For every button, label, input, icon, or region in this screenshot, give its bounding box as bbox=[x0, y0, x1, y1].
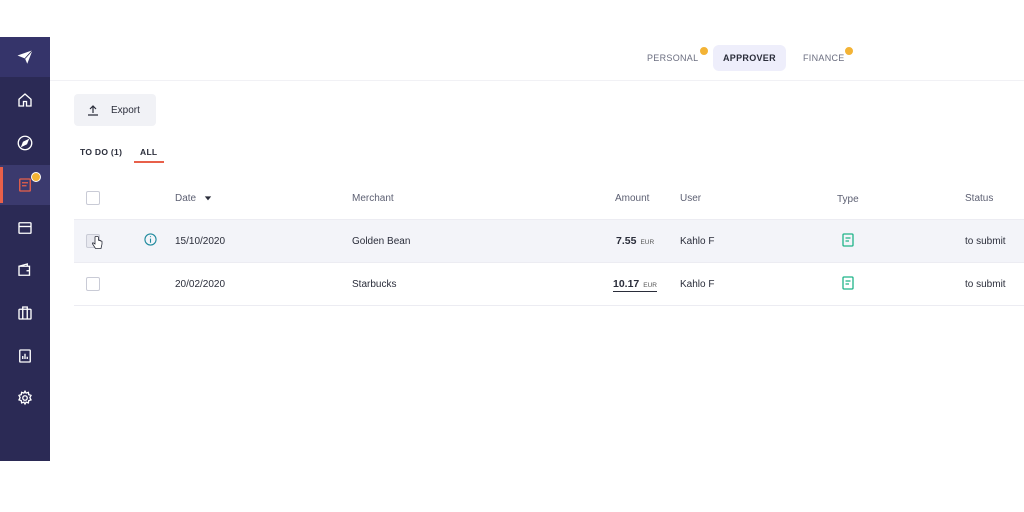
upload-icon bbox=[88, 105, 98, 116]
paper-plane-logo-icon bbox=[17, 49, 33, 64]
app-logo[interactable] bbox=[0, 37, 50, 77]
receipt-icon[interactable] bbox=[842, 233, 854, 247]
sidebar-item-reports[interactable] bbox=[0, 336, 50, 376]
personal-badge bbox=[699, 46, 709, 56]
notification-badge bbox=[31, 172, 41, 182]
reports-icon bbox=[19, 349, 31, 363]
sidebar bbox=[0, 37, 50, 461]
select-all-checkbox[interactable] bbox=[86, 191, 100, 205]
cards-icon bbox=[18, 222, 32, 234]
sort-down-icon bbox=[204, 196, 212, 201]
settings-icon bbox=[18, 389, 32, 406]
sidebar-item-expenses[interactable] bbox=[0, 165, 50, 205]
row-status: to submit bbox=[965, 279, 1006, 290]
tab-all[interactable]: ALL bbox=[140, 147, 157, 157]
row-user: Kahlo F bbox=[680, 236, 715, 247]
column-header-date[interactable]: Date bbox=[175, 193, 212, 204]
amount-value: 10.17 bbox=[613, 278, 640, 290]
receipt-icon[interactable] bbox=[842, 276, 854, 290]
amount-currency: EUR bbox=[640, 239, 655, 246]
row-merchant: Golden Bean bbox=[352, 236, 411, 247]
sidebar-item-cards[interactable] bbox=[0, 208, 50, 248]
header-divider bbox=[50, 80, 1024, 81]
tab-personal-label: PERSONAL bbox=[647, 53, 699, 63]
tab-approver[interactable]: APPROVER bbox=[713, 45, 786, 71]
export-button[interactable]: Export bbox=[74, 94, 156, 126]
travel-icon bbox=[17, 135, 33, 151]
column-header-status[interactable]: Status bbox=[965, 193, 993, 204]
row-amount: 7.55 EUR bbox=[616, 235, 654, 247]
sidebar-item-travel[interactable] bbox=[0, 123, 50, 163]
date-header-label: Date bbox=[175, 193, 197, 204]
row-date: 20/02/2020 bbox=[175, 279, 226, 290]
wallet-icon bbox=[18, 263, 31, 276]
tab-finance-label: FINANCE bbox=[803, 53, 845, 63]
home-icon bbox=[18, 93, 32, 107]
info-icon[interactable] bbox=[144, 233, 157, 246]
row-date: 15/10/2020 bbox=[175, 236, 226, 247]
tab-approver-label: APPROVER bbox=[723, 53, 776, 63]
active-tab-indicator bbox=[134, 161, 164, 163]
sidebar-item-settings[interactable] bbox=[0, 378, 50, 418]
export-label: Export bbox=[111, 104, 140, 116]
row-divider bbox=[74, 305, 1024, 306]
column-header-type[interactable]: Type bbox=[837, 194, 859, 205]
tab-to-do[interactable]: TO DO (1) bbox=[80, 147, 122, 157]
row-status: to submit bbox=[965, 236, 1006, 247]
row-merchant: Starbucks bbox=[352, 279, 397, 290]
column-header-merchant[interactable]: Merchant bbox=[352, 193, 394, 204]
row-amount[interactable]: 10.17 EUR bbox=[613, 278, 658, 292]
sidebar-item-briefcase[interactable] bbox=[0, 293, 50, 333]
briefcase-icon bbox=[18, 306, 32, 320]
row-checkbox[interactable] bbox=[86, 277, 100, 291]
sidebar-item-wallet[interactable] bbox=[0, 250, 50, 290]
finance-badge bbox=[844, 46, 854, 56]
amount-currency: EUR bbox=[643, 282, 658, 289]
amount-value: 7.55 bbox=[616, 235, 637, 247]
tab-personal[interactable]: PERSONAL bbox=[637, 45, 708, 71]
column-header-user[interactable]: User bbox=[680, 193, 701, 204]
hand-cursor-icon bbox=[92, 236, 103, 249]
sidebar-item-home[interactable] bbox=[0, 80, 50, 120]
column-header-amount[interactable]: Amount bbox=[615, 193, 649, 204]
row-user: Kahlo F bbox=[680, 279, 715, 290]
